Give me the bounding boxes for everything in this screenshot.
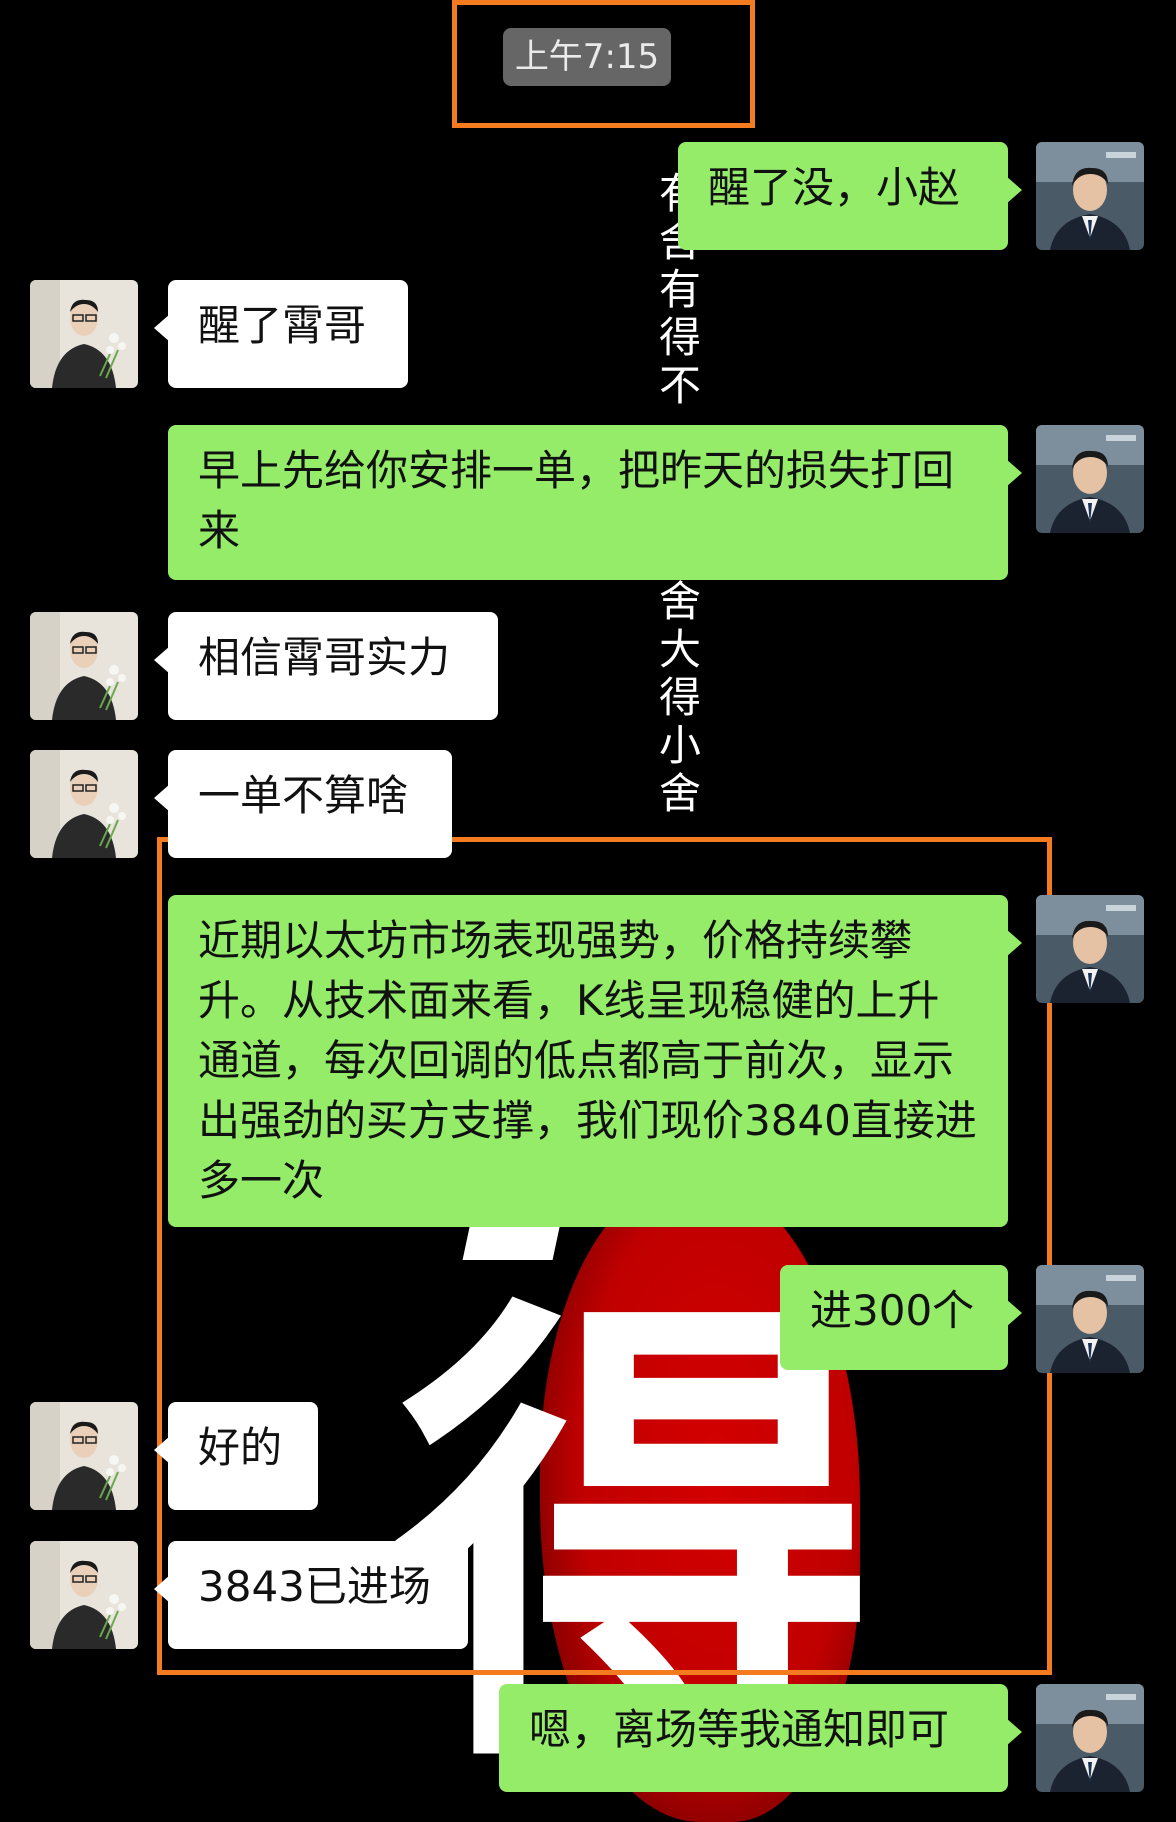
- received-message-bubble[interactable]: 一单不算啥: [154, 750, 452, 858]
- bg-char: 得: [658, 673, 701, 722]
- received-message-bubble[interactable]: 好的: [154, 1402, 318, 1510]
- receiver-avatar[interactable]: [30, 612, 138, 720]
- sent-message-bubble[interactable]: 嗯，离场等我通知即可: [499, 1684, 1022, 1792]
- sender-avatar[interactable]: [1036, 895, 1144, 1003]
- received-message-bubble[interactable]: 相信霄哥实力: [154, 612, 498, 720]
- sent-message-bubble[interactable]: 醒了没，小赵: [678, 142, 1022, 250]
- sender-avatar[interactable]: [1036, 1265, 1144, 1373]
- bg-char: 舍: [658, 577, 701, 626]
- receiver-avatar[interactable]: [30, 1402, 138, 1510]
- receiver-avatar[interactable]: [30, 750, 138, 858]
- timestamp-badge: 上午7:15: [503, 28, 671, 86]
- sent-message-bubble[interactable]: 近期以太坊市场表现强势，价格持续攀升。从技术面来看，K线呈现稳健的上升通道，每次…: [168, 895, 1022, 1227]
- receiver-avatar[interactable]: [30, 280, 138, 388]
- bg-char: 大: [658, 625, 701, 674]
- bg-char: 得: [658, 313, 701, 362]
- received-message-bubble[interactable]: 3843已进场: [154, 1541, 468, 1649]
- sent-message-bubble[interactable]: 进300个: [780, 1265, 1022, 1370]
- received-message-bubble[interactable]: 醒了霄哥: [154, 280, 408, 388]
- sender-avatar[interactable]: [1036, 142, 1144, 250]
- bg-char: 有: [658, 265, 701, 314]
- receiver-avatar[interactable]: [30, 1541, 138, 1649]
- bg-char: 小: [658, 721, 701, 770]
- bg-char: 不: [658, 361, 701, 410]
- sender-avatar[interactable]: [1036, 425, 1144, 533]
- sender-avatar[interactable]: [1036, 1684, 1144, 1792]
- sent-message-bubble[interactable]: 早上先给你安排一单，把昨天的损失打回来: [168, 425, 1022, 580]
- bg-char: 舍: [658, 769, 701, 818]
